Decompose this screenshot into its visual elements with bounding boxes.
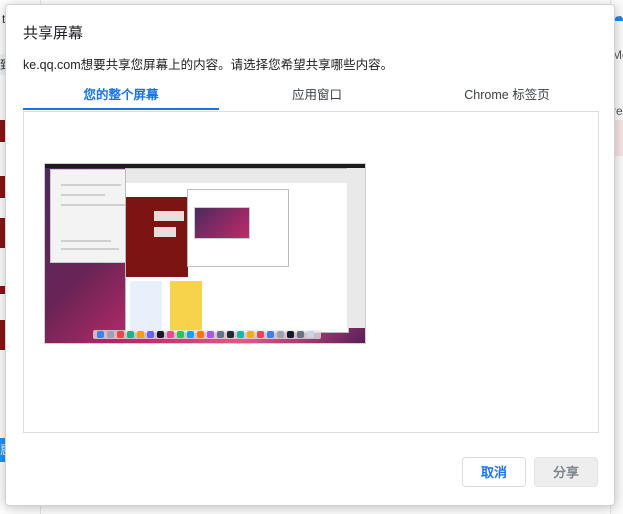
tab-chrome-tab[interactable]: Chrome 标签页 (415, 84, 599, 110)
tab-entire-screen[interactable]: 您的整个屏幕 (23, 84, 219, 110)
share-button[interactable]: 分享 (534, 457, 598, 487)
tab-application-window[interactable]: 应用窗口 (219, 84, 415, 110)
cancel-button[interactable]: 取消 (462, 457, 526, 487)
dialog-title: 共享屏幕 (23, 25, 84, 42)
screen-thumbnail[interactable] (44, 163, 366, 344)
source-tabs: 您的整个屏幕 应用窗口 Chrome 标签页 (23, 84, 599, 114)
thumbnail-dock (93, 330, 321, 339)
source-list-panel (23, 111, 599, 433)
thumbnail-share-dialog (187, 189, 289, 267)
share-screen-dialog: 共享屏幕 ke.qq.com想要共享您屏幕上的内容。请选择您希望共享哪些内容。 … (5, 4, 615, 506)
thumbnail-sidebar (347, 168, 365, 328)
dialog-description: ke.qq.com想要共享您屏幕上的内容。请选择您希望共享哪些内容。 (23, 58, 394, 72)
